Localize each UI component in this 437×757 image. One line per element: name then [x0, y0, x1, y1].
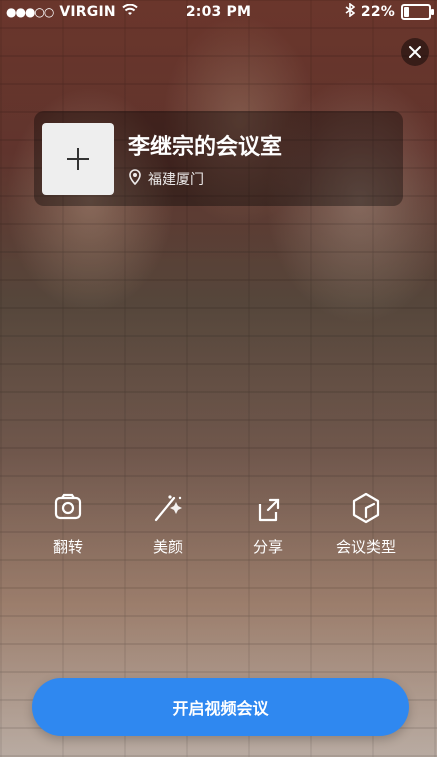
room-title: 李继宗的会议室	[128, 135, 283, 160]
meeting-type-icon	[348, 490, 384, 526]
room-info-card: 李继宗的会议室 福建厦门	[34, 111, 403, 206]
beauty-wand-icon	[150, 490, 186, 526]
beauty-label: 美颜	[152, 538, 183, 556]
camera-flip-icon	[50, 490, 86, 526]
beauty-button[interactable]: 美颜	[150, 490, 186, 557]
bluetooth-icon	[345, 2, 356, 21]
share-icon	[250, 490, 286, 526]
meeting-type-label: 会议类型	[336, 538, 397, 556]
start-video-meeting-label: 开启视频会议	[172, 699, 269, 718]
share-button[interactable]: 分享	[250, 490, 286, 557]
battery-icon	[401, 4, 434, 20]
action-bar: 翻转 美颜 分享 会议类型	[0, 490, 437, 560]
flip-camera-button[interactable]: 翻转	[50, 490, 86, 557]
location-pin-icon	[128, 169, 142, 189]
battery-fill	[404, 7, 410, 17]
meeting-type-button[interactable]: 会议类型	[336, 490, 396, 557]
status-right: 22%	[345, 2, 437, 21]
status-bar: ●●●○○ VIRGIN 2:03 PM 22%	[0, 0, 437, 24]
room-location-label: 福建厦门	[148, 172, 204, 188]
battery-percentage: 22%	[360, 4, 395, 20]
add-cover-button[interactable]	[42, 123, 114, 195]
carrier-name: VIRGIN	[59, 4, 116, 20]
share-label: 分享	[252, 538, 283, 556]
close-icon	[409, 46, 421, 58]
close-button[interactable]	[401, 38, 429, 66]
status-left: ●●●○○ VIRGIN	[0, 3, 138, 20]
wifi-icon	[122, 3, 138, 20]
start-video-meeting-button[interactable]: 开启视频会议	[32, 678, 409, 736]
signal-strength-indicator: ●●●○○	[6, 5, 54, 19]
room-location: 福建厦门	[128, 169, 204, 189]
flip-camera-label: 翻转	[52, 538, 83, 556]
plus-icon	[67, 148, 89, 170]
